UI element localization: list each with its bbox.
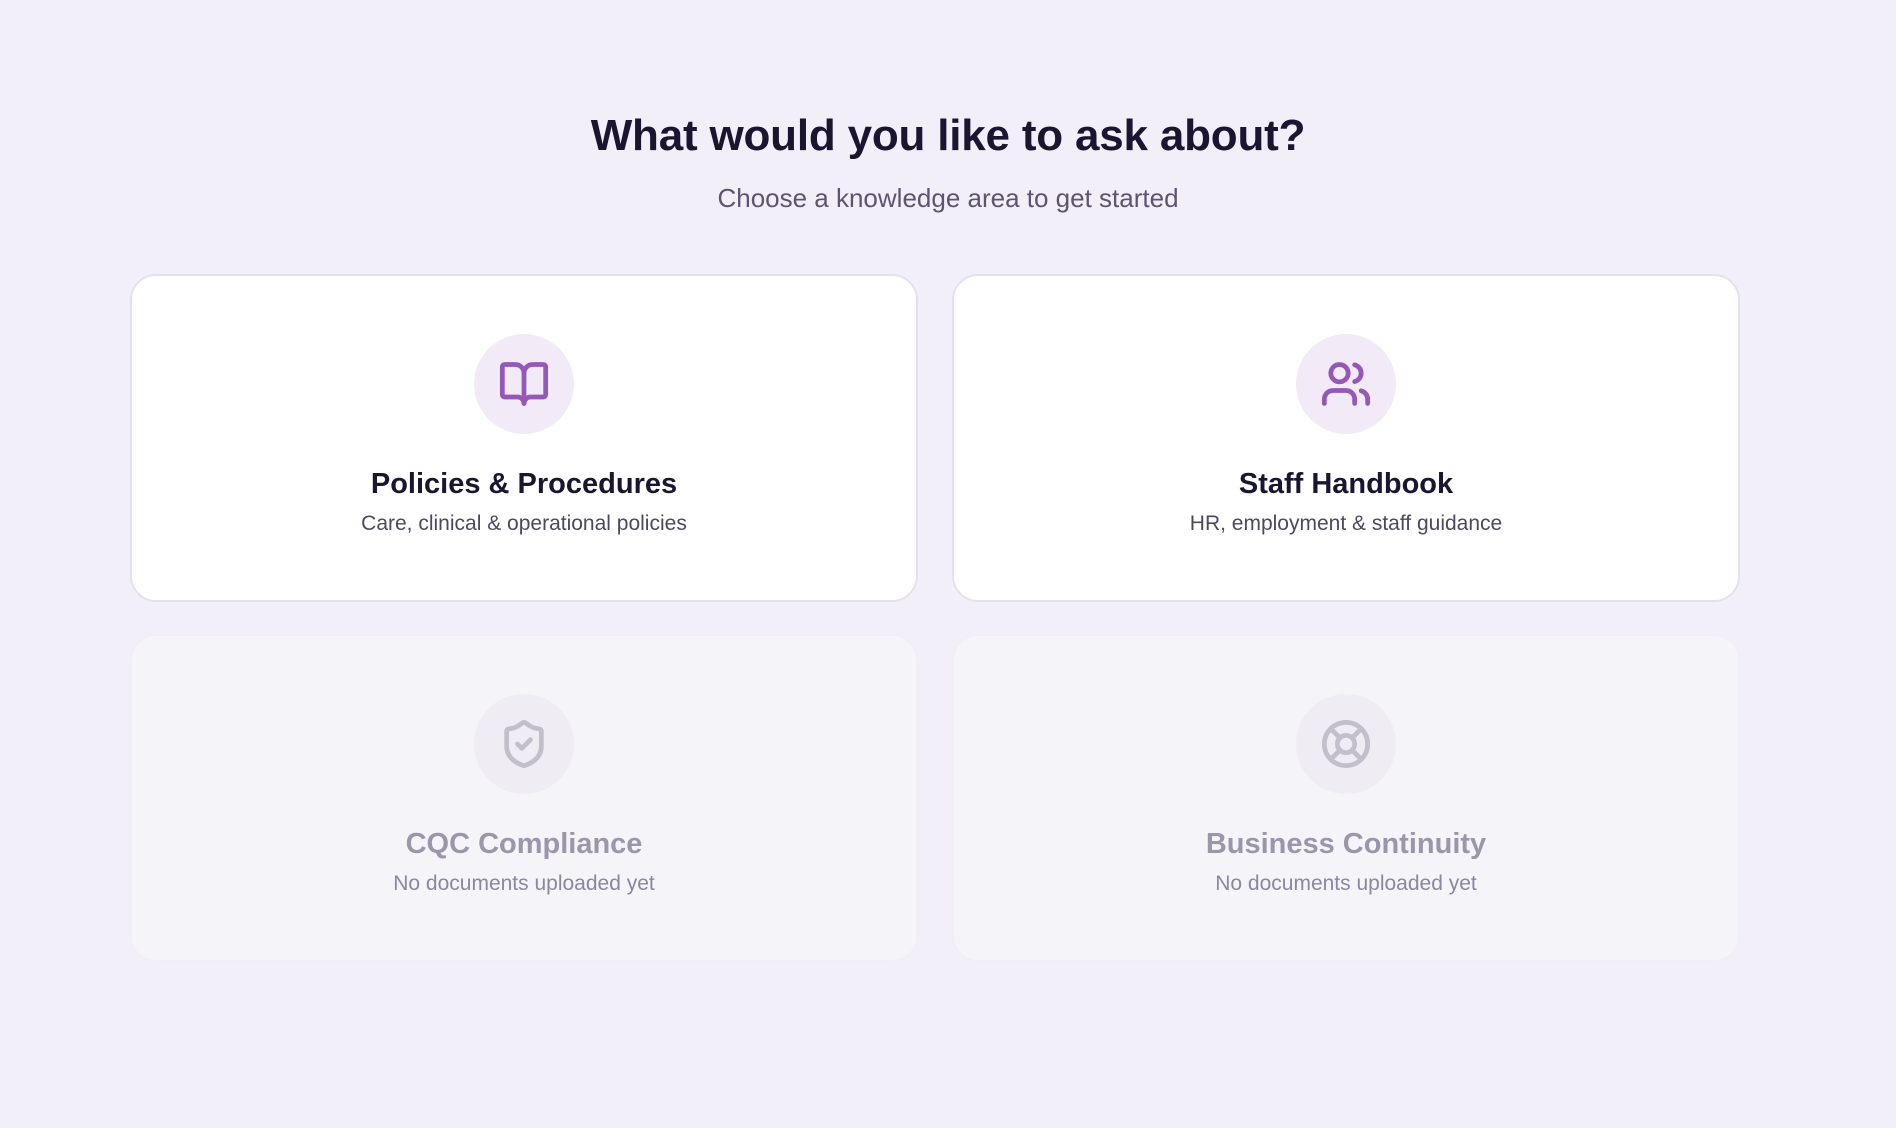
card-title: Business Continuity [1205, 828, 1487, 860]
book-open-icon [474, 334, 574, 434]
card-description: No documents uploaded yet [1215, 872, 1477, 895]
card-cqc-compliance: CQC Compliance No documents uploaded yet [130, 634, 918, 962]
card-description: HR, employment & staff guidance [1189, 512, 1503, 535]
life-buoy-icon [1296, 694, 1396, 794]
shield-check-icon [474, 694, 574, 794]
card-staff-handbook[interactable]: Staff Handbook HR, employment & staff gu… [952, 274, 1740, 602]
users-icon [1296, 334, 1396, 434]
card-business-continuity: Business Continuity No documents uploade… [952, 634, 1740, 962]
card-description: Care, clinical & operational policies [361, 512, 687, 535]
card-title: Staff Handbook [1238, 468, 1454, 500]
knowledge-area-grid: Policies & Procedures Care, clinical & o… [130, 274, 1742, 962]
card-description: No documents uploaded yet [393, 872, 655, 895]
page-title: What would you like to ask about? [590, 111, 1306, 160]
card-policies-procedures[interactable]: Policies & Procedures Care, clinical & o… [130, 274, 918, 602]
page-header: What would you like to ask about? Choose… [0, 104, 1896, 216]
card-title: Policies & Procedures [370, 468, 678, 500]
card-title: CQC Compliance [405, 828, 643, 860]
page-subtitle: Choose a knowledge area to get started [717, 183, 1179, 213]
